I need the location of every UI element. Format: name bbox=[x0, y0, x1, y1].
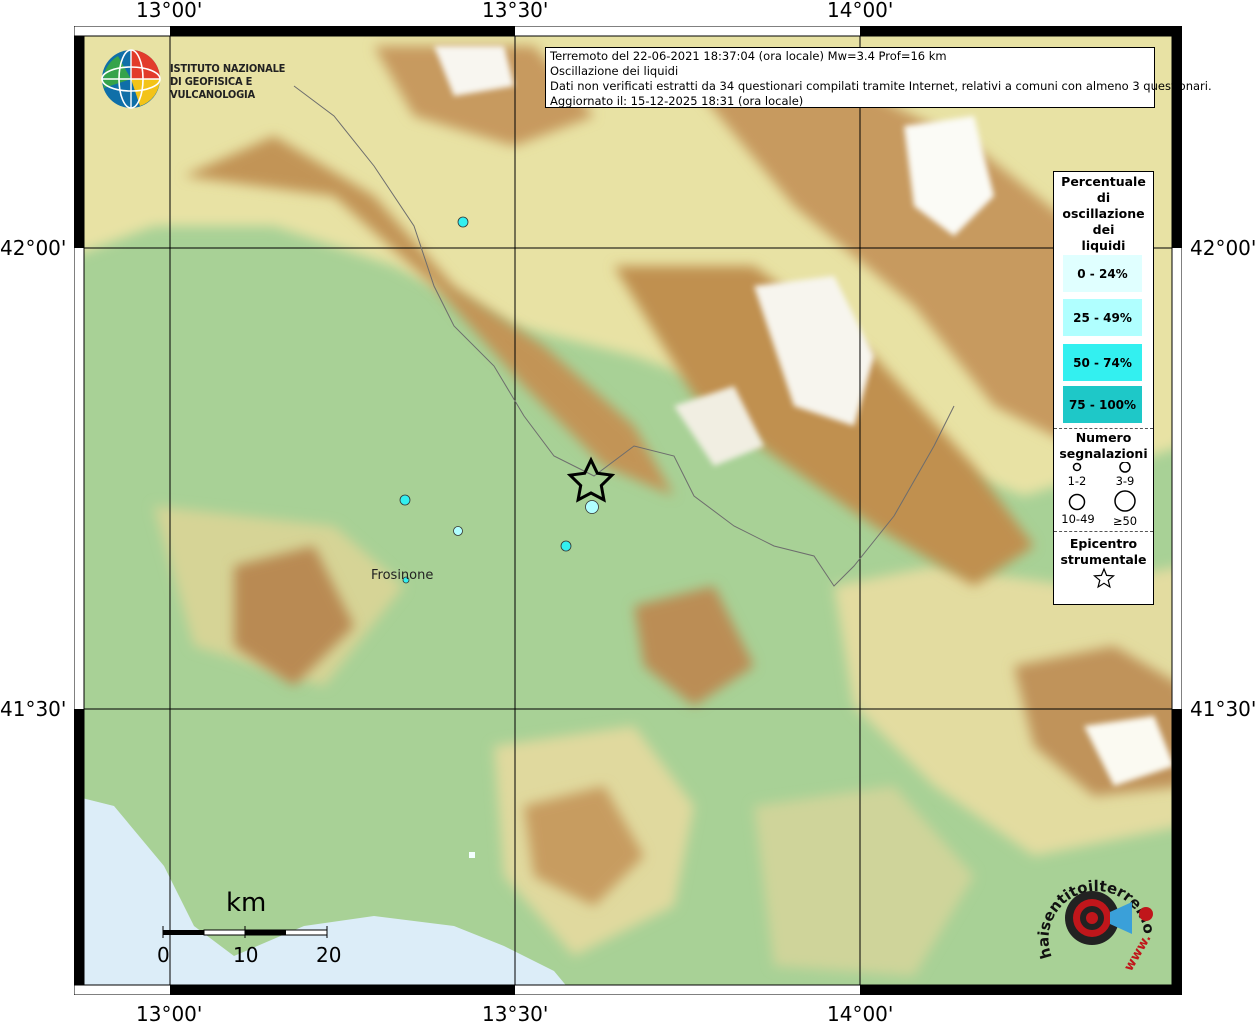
scale-label-20: 20 bbox=[316, 943, 342, 967]
relief-map[interactable] bbox=[74, 26, 1182, 995]
ingv-logo-line2: DI GEOFISICA E VULCANOLOGIA bbox=[170, 75, 255, 101]
legend-count-10-49: 10-49 bbox=[1061, 512, 1095, 526]
relief-map-svg bbox=[74, 26, 1182, 995]
lat-tick-left-4130: 41°30' bbox=[0, 697, 67, 721]
city-label-frosinone: Frosinone bbox=[371, 568, 434, 583]
size-symbol-50 bbox=[1114, 490, 1136, 512]
legend-title-line: oscillazione bbox=[1062, 206, 1145, 221]
legend-epi-title-line: Epicentro bbox=[1069, 536, 1138, 551]
event-info-box: Terremoto del 22-06-2021 18:37:04 (ora l… bbox=[545, 47, 1212, 108]
ingv-logo-line1: ISTITUTO NAZIONALE bbox=[170, 62, 286, 75]
hsit-www-text: www. bbox=[1121, 932, 1154, 974]
legend-epi-title-line: strumentale bbox=[1060, 552, 1147, 567]
scale-label-10: 10 bbox=[233, 943, 259, 967]
scale-title: km bbox=[226, 888, 267, 918]
lat-tick-right-4200: 42°00' bbox=[1190, 236, 1256, 260]
report-point bbox=[453, 526, 463, 536]
ingv-logo[interactable]: ISTITUTO NAZIONALE DI GEOFISICA E VULCAN… bbox=[100, 48, 340, 110]
scale-label-0: 0 bbox=[157, 943, 170, 967]
lon-tick-top-1330: 13°30' bbox=[482, 0, 549, 22]
lat-tick-left-4200: 42°00' bbox=[0, 236, 67, 260]
report-point bbox=[399, 494, 411, 506]
legend-class-0-24: 0 - 24% bbox=[1063, 255, 1142, 292]
size-symbol-1-2 bbox=[1072, 462, 1082, 472]
event-info-line1: Terremoto del 22-06-2021 18:37:04 (ora l… bbox=[550, 49, 947, 63]
lon-tick-bottom-1300: 13°00' bbox=[136, 1002, 203, 1026]
legend-separator bbox=[1054, 531, 1153, 532]
legend-title-epicenter: Epicentro strumentale bbox=[1054, 536, 1153, 568]
lon-tick-top-1400: 14°00' bbox=[827, 0, 894, 22]
legend-count-50: ≥50 bbox=[1112, 514, 1138, 528]
size-symbol-3-9 bbox=[1119, 462, 1131, 473]
event-info-line4: Aggiornato il: 15-12-2025 18:31 (ora loc… bbox=[550, 94, 804, 108]
legend-class-75-100: 75 - 100% bbox=[1063, 386, 1142, 423]
report-point bbox=[560, 540, 572, 552]
lat-tick-right-4130: 41°30' bbox=[1190, 697, 1256, 721]
legend-star-icon bbox=[1092, 567, 1116, 589]
report-point bbox=[457, 216, 469, 228]
legend: Percentuale di oscillazione dei liquidi … bbox=[1053, 171, 1154, 605]
event-info-line2: Oscillazione dei liquidi bbox=[550, 64, 679, 78]
legend-count-1-2: 1-2 bbox=[1067, 474, 1087, 488]
event-info-line3: Dati non verificati estratti da 34 quest… bbox=[550, 79, 1212, 93]
legend-count-3-9: 3-9 bbox=[1115, 474, 1135, 488]
legend-class-25-49: 25 - 49% bbox=[1063, 299, 1142, 336]
legend-title-line: liquidi bbox=[1081, 238, 1126, 253]
legend-title-percent: Percentuale di oscillazione dei liquidi bbox=[1054, 174, 1153, 254]
ingv-logo-text: ISTITUTO NAZIONALE DI GEOFISICA E VULCAN… bbox=[170, 62, 340, 101]
legend-class-50-74: 50 - 74% bbox=[1063, 344, 1142, 381]
legend-count-title-line: segnalazioni bbox=[1059, 446, 1148, 461]
legend-title-line: di bbox=[1096, 190, 1111, 205]
legend-count-title-line: Numero bbox=[1075, 430, 1132, 445]
ingv-globe-icon bbox=[101, 49, 161, 109]
legend-title-line: Percentuale bbox=[1061, 174, 1146, 189]
hsit-logo[interactable]: haisentitoilterremoto.it www. bbox=[1027, 848, 1167, 980]
legend-title-line: dei bbox=[1092, 222, 1115, 237]
size-symbol-10-49 bbox=[1068, 493, 1086, 511]
legend-separator bbox=[1054, 428, 1153, 429]
lon-tick-top-1300: 13°00' bbox=[136, 0, 203, 22]
report-point bbox=[469, 852, 475, 858]
report-point bbox=[585, 500, 599, 514]
lon-tick-bottom-1330: 13°30' bbox=[482, 1002, 549, 1026]
lon-tick-bottom-1400: 14°00' bbox=[827, 1002, 894, 1026]
legend-title-count: Numero segnalazioni bbox=[1054, 430, 1153, 462]
hsit-logo-icon: haisentitoilterremoto.it www. bbox=[1027, 848, 1158, 974]
